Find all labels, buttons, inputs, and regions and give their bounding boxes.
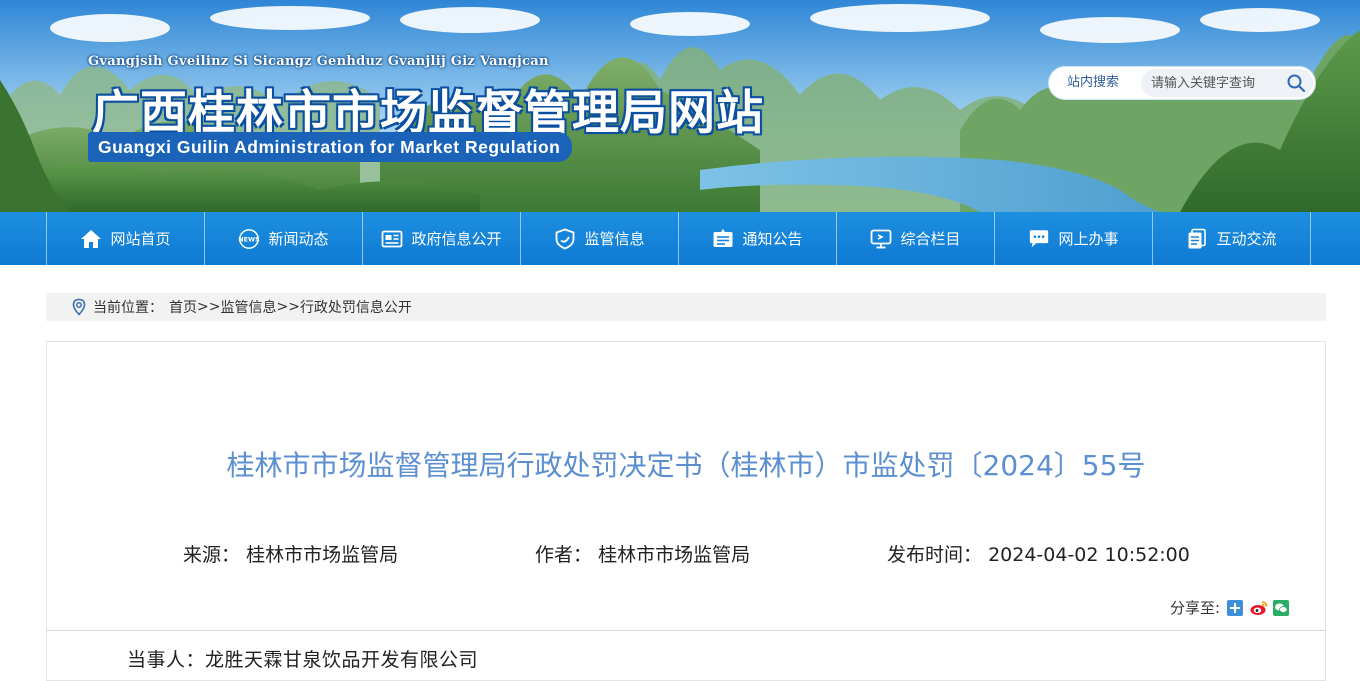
nav-item-notice[interactable]: 通知公告 [679, 212, 837, 265]
main-nav: 网站首页 NEWS 新闻动态 政府信息公开 监管信息 通知公告 综合栏目 网上办… [0, 212, 1360, 265]
chat-icon [1028, 228, 1050, 250]
author-label: 作者： [535, 544, 593, 566]
breadcrumb-penalty-link[interactable]: 行政处罚信息公开 [300, 297, 412, 317]
nav-item-gov-info[interactable]: 政府信息公开 [363, 212, 521, 265]
author-value: 桂林市市场监管局 [598, 544, 751, 566]
notice-board-icon [712, 228, 734, 250]
nav-item-label: 网上办事 [1058, 230, 1119, 248]
article-source: 来源： 桂林市市场监管局 [183, 540, 398, 567]
location-pin-icon [70, 298, 88, 316]
article-author: 作者： 桂林市市场监管局 [535, 540, 750, 567]
nav-item-label: 互动交流 [1216, 230, 1277, 248]
search-field-wrap [1141, 69, 1313, 97]
svg-text:NEWS: NEWS [239, 235, 261, 243]
date-label: 发布时间： [887, 544, 983, 566]
article-divider [47, 630, 1325, 631]
nav-item-label: 新闻动态 [268, 230, 329, 248]
nav-item-home[interactable]: 网站首页 [47, 212, 205, 265]
newspaper-icon [381, 228, 403, 250]
nav-item-general[interactable]: 综合栏目 [837, 212, 995, 265]
site-title-pinyin: Gvangjsih Gveilinz Si Sicangz Genhduz Gv… [88, 54, 549, 69]
nav-item-supervision[interactable]: 监管信息 [521, 212, 679, 265]
nav-item-label: 监管信息 [584, 230, 645, 248]
wechat-icon[interactable] [1273, 599, 1289, 616]
date-value: 2024-04-02 10:52:00 [988, 544, 1190, 566]
share-label: 分享至: [1169, 599, 1220, 617]
header-banner: Gvangjsih Gveilinz Si Sicangz Genhduz Gv… [0, 0, 1360, 212]
breadcrumb-separator: >> [197, 299, 221, 315]
news-icon: NEWS [238, 228, 260, 250]
article-panel: 桂林市市场监督管理局行政处罚决定书（桂林市）市监处罚〔2024〕55号 来源： … [46, 341, 1326, 681]
breadcrumb-prefix: 当前位置： [93, 300, 163, 316]
breadcrumb-home-link[interactable]: 首页 [169, 297, 197, 317]
documents-icon [1186, 228, 1208, 250]
search-label: 站内搜索 [1067, 75, 1120, 90]
share-bar: 分享至: [1170, 597, 1289, 618]
search-icon[interactable] [1285, 72, 1307, 94]
nav-item-interaction[interactable]: 互动交流 [1153, 212, 1311, 265]
nav-item-label: 综合栏目 [900, 230, 961, 248]
breadcrumb: 当前位置： 首页 >> 监管信息 >> 行政处罚信息公开 [46, 293, 1326, 321]
breadcrumb-supervision-link[interactable]: 监管信息 [220, 297, 276, 317]
nav-item-label: 政府信息公开 [411, 230, 502, 248]
nav-item-label: 通知公告 [742, 230, 803, 248]
nav-item-news[interactable]: NEWS 新闻动态 [205, 212, 363, 265]
shield-icon [554, 228, 576, 250]
monitor-icon [870, 228, 892, 250]
site-title-english: Guangxi Guilin Administration for Market… [88, 132, 573, 162]
breadcrumb-separator: >> [276, 299, 300, 315]
share-plus-icon[interactable] [1227, 599, 1243, 616]
article-title: 桂林市市场监督管理局行政处罚决定书（桂林市）市监处罚〔2024〕55号 [226, 449, 1146, 482]
article-date: 发布时间： 2024-04-02 10:52:00 [887, 540, 1190, 567]
home-icon [80, 228, 102, 250]
article-party: 当事人：龙胜天霖甘泉饮品开发有限公司 [127, 649, 479, 671]
nav-item-label: 网站首页 [110, 230, 171, 248]
source-value: 桂林市市场监管局 [246, 544, 399, 566]
weibo-icon[interactable] [1250, 600, 1268, 616]
nav-item-online-service[interactable]: 网上办事 [995, 212, 1153, 265]
source-label: 来源： [183, 544, 241, 566]
site-search: 站内搜索 [1048, 66, 1316, 100]
search-input[interactable] [1151, 69, 1271, 97]
